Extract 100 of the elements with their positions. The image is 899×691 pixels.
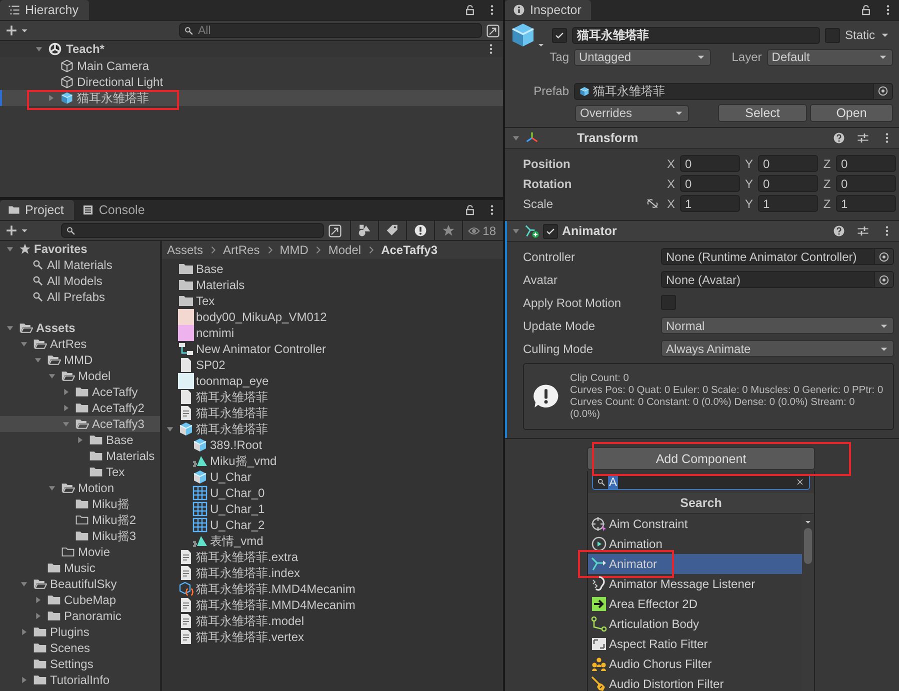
panel-tab[interactable]: Project: [0, 200, 74, 220]
panel-tab[interactable]: Inspector: [505, 0, 592, 20]
favorite-item[interactable]: All Prefabs: [47, 290, 106, 304]
collapse-arrow-icon[interactable]: [34, 44, 44, 54]
object-picker-icon[interactable]: [878, 274, 890, 286]
folder-item[interactable]: CubeMap: [64, 593, 116, 607]
component-option[interactable]: Aim Constraint: [609, 517, 688, 531]
component-header[interactable]: Animator: [505, 221, 899, 242]
number-field[interactable]: 1: [680, 195, 740, 212]
folder-item[interactable]: ArtRes: [50, 337, 87, 351]
folder-item[interactable]: AceTaffy: [92, 385, 138, 399]
asset-item[interactable]: Materials: [196, 278, 245, 292]
exclamation-icon[interactable]: [414, 224, 427, 237]
expand-arrow-icon[interactable]: [19, 627, 29, 637]
lock-icon[interactable]: [860, 4, 872, 16]
prefab-button[interactable]: Open: [810, 104, 893, 122]
object-picker-icon[interactable]: [877, 85, 889, 97]
expand-arrow-icon[interactable]: [61, 403, 71, 413]
sliders-icon[interactable]: [857, 225, 869, 237]
folder-item[interactable]: Plugins: [50, 625, 90, 639]
breadcrumb-item[interactable]: MMD: [280, 243, 308, 257]
popout-icon[interactable]: [486, 24, 500, 38]
component-option[interactable]: Animator: [609, 557, 658, 571]
asset-item[interactable]: 猫耳永雏塔菲.vertex: [196, 628, 304, 646]
folder-item[interactable]: Music: [64, 561, 96, 575]
asset-item[interactable]: 猫耳永雏塔菲.MMD4Mecanim: [196, 596, 356, 614]
collapse-arrow-icon[interactable]: [19, 579, 29, 589]
asset-item[interactable]: 389.!Root: [210, 438, 262, 452]
prefab-button[interactable]: Select: [718, 104, 807, 122]
folder-item[interactable]: Movie: [78, 545, 110, 559]
number-field[interactable]: 0: [680, 155, 740, 172]
dropdown[interactable]: Always Animate: [661, 340, 894, 357]
folder-item[interactable]: Miku摇3: [92, 528, 136, 544]
panel-tab[interactable]: Hierarchy: [0, 0, 88, 20]
favorites-header[interactable]: Favorites: [34, 242, 88, 256]
asset-item[interactable]: Tex: [196, 294, 215, 308]
object-field[interactable]: None (Runtime Animator Controller): [661, 248, 894, 265]
active-checkbox[interactable]: [552, 28, 567, 42]
folder-item[interactable]: Panoramic: [64, 609, 122, 623]
save-search-icon[interactable]: [328, 224, 342, 238]
folder-item[interactable]: Miku摇2: [92, 512, 136, 528]
asset-item[interactable]: 猫耳永雏塔菲.index: [196, 564, 300, 582]
folder-item[interactable]: TutorialInfo: [50, 673, 110, 687]
static-checkbox[interactable]: [825, 28, 840, 42]
search-field[interactable]: [61, 223, 324, 238]
expand-arrow-icon[interactable]: [75, 435, 85, 445]
star-icon[interactable]: [442, 224, 455, 237]
asset-item[interactable]: New Animator Controller: [196, 342, 326, 356]
asset-item[interactable]: 猫耳永雏塔菲: [196, 420, 268, 438]
collapse-arrow-icon[interactable]: [19, 339, 29, 349]
collapse-arrow-icon[interactable]: [511, 226, 521, 236]
component-option[interactable]: Aspect Ratio Fitter: [609, 637, 708, 651]
component-option[interactable]: Animator Message Listener: [609, 577, 756, 591]
layer-dropdown[interactable]: Default: [766, 48, 893, 66]
hidden-count-button[interactable]: 18: [462, 221, 500, 240]
unlink-icon[interactable]: [646, 197, 659, 210]
asset-item[interactable]: 猫耳永雏塔菲: [196, 404, 268, 422]
folder-item[interactable]: Model: [78, 369, 111, 383]
folder-item[interactable]: MMD: [64, 353, 93, 367]
folder-item[interactable]: AceTaffy2: [92, 401, 144, 415]
hierarchy-item[interactable]: 猫耳永雏塔菲: [77, 90, 149, 106]
component-option[interactable]: Audio Chorus Filter: [609, 657, 712, 671]
expand-arrow-icon[interactable]: [33, 611, 43, 621]
folder-item[interactable]: Materials: [106, 449, 155, 463]
clear-icon[interactable]: [795, 477, 805, 487]
component-header[interactable]: Transform: [505, 128, 899, 149]
breadcrumb-item[interactable]: Model: [328, 243, 362, 257]
asset-item[interactable]: body00_MikuAp_VM012: [196, 310, 327, 324]
lock-icon[interactable]: [464, 4, 476, 16]
overrides-dropdown[interactable]: Overrides: [575, 104, 689, 122]
folder-item[interactable]: Tex: [106, 465, 125, 479]
help-icon[interactable]: [833, 132, 845, 144]
object-field[interactable]: None (Avatar): [661, 271, 894, 288]
number-field[interactable]: 0: [758, 175, 818, 192]
asset-item[interactable]: 猫耳永雏塔菲.MMD4Mecanim: [196, 580, 356, 598]
favorite-item[interactable]: All Models: [47, 274, 102, 288]
lock-icon[interactable]: [464, 204, 476, 216]
asset-item[interactable]: 表情_vmd: [210, 532, 264, 550]
asset-item[interactable]: SP02: [196, 358, 226, 372]
asset-item[interactable]: U_Char_0: [210, 486, 265, 500]
dropdown[interactable]: Normal: [661, 317, 894, 334]
hierarchy-item[interactable]: Main Camera: [77, 59, 150, 73]
asset-item[interactable]: U_Char_1: [210, 502, 265, 516]
component-option[interactable]: Area Effector 2D: [609, 597, 698, 611]
component-option[interactable]: Articulation Body: [609, 617, 700, 631]
shapes-icon[interactable]: [358, 224, 371, 237]
component-option[interactable]: Animation: [609, 537, 662, 551]
collapse-arrow-icon[interactable]: [165, 424, 175, 434]
expand-arrow-icon[interactable]: [19, 675, 29, 685]
number-field[interactable]: 1: [758, 195, 818, 212]
scrollbar-thumb[interactable]: [804, 528, 812, 564]
prefab-field[interactable]: 猫耳永雏塔菲: [574, 82, 893, 100]
breadcrumb-item[interactable]: AceTaffy3: [381, 243, 438, 257]
sliders-icon[interactable]: [857, 132, 869, 144]
number-field[interactable]: 1: [836, 195, 896, 212]
folder-item[interactable]: BeautifulSky: [50, 577, 117, 591]
folder-item[interactable]: Scenes: [50, 641, 90, 655]
asset-item[interactable]: 猫耳永雏塔菲.extra: [196, 548, 298, 566]
add-component-button[interactable]: Add Component: [587, 447, 815, 470]
number-field[interactable]: 0: [758, 155, 818, 172]
